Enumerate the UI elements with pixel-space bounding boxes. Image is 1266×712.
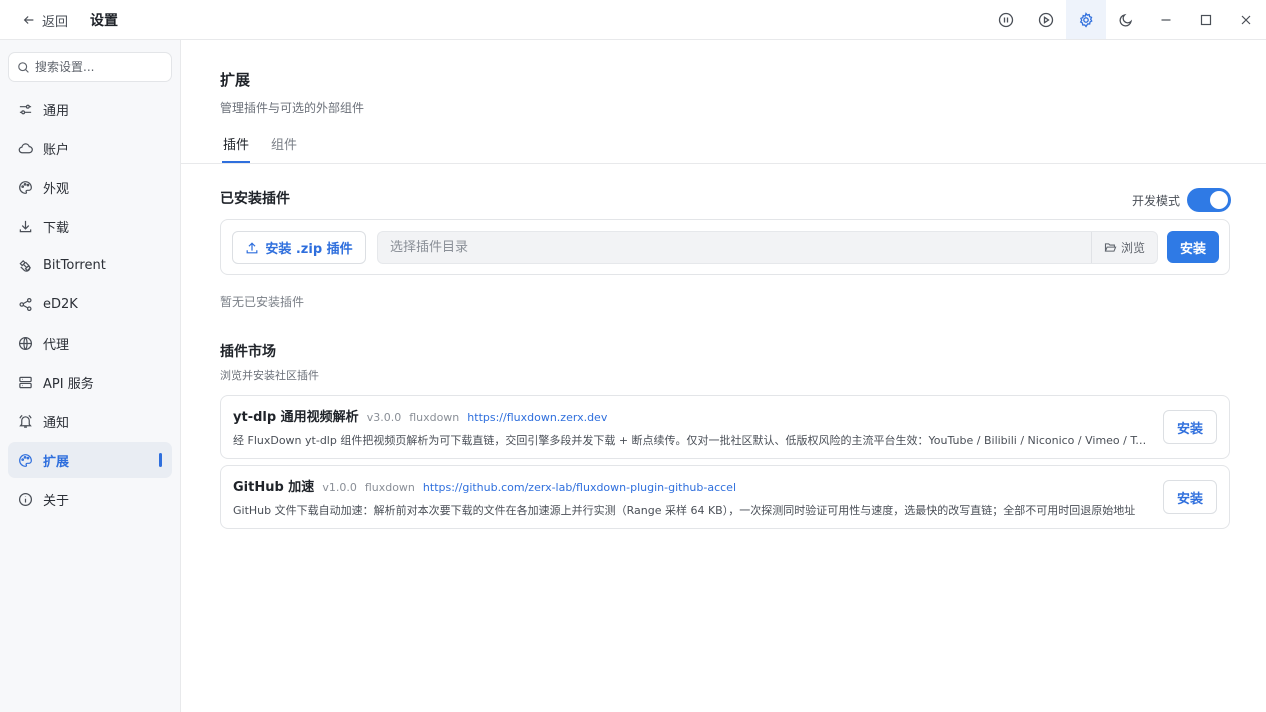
play-circle-icon bbox=[1038, 12, 1054, 27]
install-zip-label: 安装 .zip 插件 bbox=[265, 242, 353, 257]
plugin-dir-input[interactable] bbox=[378, 240, 1078, 255]
search-input[interactable] bbox=[35, 60, 155, 74]
sidebar-item-notification[interactable]: 通知 bbox=[8, 403, 172, 439]
plugin-author: fluxdown bbox=[364, 481, 415, 494]
folder-open-icon bbox=[1104, 243, 1117, 252]
puzzle-icon bbox=[19, 453, 32, 467]
dev-mode-control: 开发模式 bbox=[1132, 188, 1232, 212]
sidebar-item-label: 外观 bbox=[43, 181, 70, 197]
plugin-link[interactable]: https://github.com/zerx-lab/fluxdown-plu… bbox=[423, 481, 736, 494]
market-title: 插件市场 bbox=[220, 344, 276, 360]
install-dir-button[interactable]: 安装 bbox=[1167, 231, 1219, 263]
section-title: 扩展 bbox=[220, 71, 251, 89]
back-label: 返回 bbox=[42, 14, 69, 30]
info-icon bbox=[18, 492, 33, 506]
sidebar-item-label: 代理 bbox=[43, 337, 70, 353]
plugin-card: yt-dlp 通用视频解析 v3.0.0 fluxdown https://fl… bbox=[220, 395, 1230, 459]
magnet-icon bbox=[19, 259, 32, 272]
cloud-icon bbox=[18, 142, 33, 153]
dev-mode-toggle[interactable] bbox=[1187, 188, 1232, 212]
sidebar-item-general[interactable]: 通用 bbox=[8, 91, 172, 127]
plugin-header: GitHub 加速 v1.0.0 fluxdown https://github… bbox=[233, 476, 736, 495]
globe-icon bbox=[18, 336, 33, 350]
install-panel: 安装 .zip 插件 浏览 安装 bbox=[220, 219, 1230, 275]
tab-plugins[interactable]: 插件 bbox=[222, 134, 251, 163]
palette-icon bbox=[19, 180, 32, 194]
maximize-button[interactable] bbox=[1186, 0, 1226, 39]
browse-button[interactable]: 浏览 bbox=[1091, 232, 1157, 263]
sidebar-item-label: BitTorrent bbox=[43, 257, 106, 273]
sidebar-item-ed2k[interactable]: eD2K bbox=[8, 286, 172, 322]
pause-circle-icon bbox=[998, 12, 1014, 27]
active-indicator bbox=[159, 453, 162, 467]
plugin-install-button[interactable]: 安装 bbox=[1163, 410, 1217, 444]
share-icon bbox=[19, 297, 32, 311]
title-bar: 返回 设置 bbox=[0, 0, 1266, 40]
install-zip-button[interactable]: 安装 .zip 插件 bbox=[232, 231, 366, 264]
download-icon bbox=[19, 220, 32, 232]
sidebar-nav: 通用 账户 外观 下载 BitTorrent eD2K 代理 API 服务 通知… bbox=[8, 91, 172, 520]
search-box[interactable] bbox=[8, 52, 172, 82]
sidebar-item-label: 扩展 bbox=[43, 454, 70, 470]
sidebar-item-api[interactable]: API 服务 bbox=[8, 364, 172, 400]
plugin-version: v3.0.0 bbox=[366, 411, 402, 424]
minimize-icon bbox=[1161, 18, 1171, 21]
market-subtitle: 浏览并安装社区插件 bbox=[220, 369, 319, 382]
plugin-dir-field: 浏览 bbox=[377, 231, 1158, 264]
plugin-header: yt-dlp 通用视频解析 v3.0.0 fluxdown https://fl… bbox=[233, 406, 607, 425]
back-button[interactable]: 返回 bbox=[22, 11, 69, 30]
toggle-knob bbox=[1210, 191, 1229, 209]
section-subtitle: 管理插件与可选的外部组件 bbox=[220, 101, 365, 115]
sidebar-item-account[interactable]: 账户 bbox=[8, 130, 172, 166]
browse-label: 浏览 bbox=[1120, 241, 1145, 255]
upload-icon bbox=[246, 241, 258, 253]
sidebar-item-label: 下载 bbox=[43, 220, 70, 236]
sidebar-item-label: 关于 bbox=[43, 493, 70, 509]
gear-icon bbox=[1079, 11, 1093, 28]
plugin-name: GitHub 加速 bbox=[233, 480, 315, 495]
search-icon bbox=[18, 61, 29, 73]
pause-button[interactable] bbox=[986, 0, 1026, 39]
sidebar-item-extensions[interactable]: 扩展 bbox=[8, 442, 172, 478]
plugin-description: GitHub 文件下载自动加速：解析前对本次要下载的文件在各加速源上并行实测（R… bbox=[233, 504, 1136, 517]
page-title: 设置 bbox=[90, 13, 118, 29]
minimize-button[interactable] bbox=[1146, 0, 1186, 39]
settings-button[interactable] bbox=[1066, 0, 1106, 39]
sidebar-item-bittorrent[interactable]: BitTorrent bbox=[8, 247, 172, 283]
plugin-install-button[interactable]: 安装 bbox=[1163, 480, 1217, 514]
close-icon bbox=[1241, 15, 1251, 24]
sidebar-item-label: API 服务 bbox=[43, 376, 94, 392]
sidebar-item-about[interactable]: 关于 bbox=[8, 481, 172, 517]
plugin-version: v1.0.0 bbox=[322, 481, 357, 494]
maximize-icon bbox=[1200, 14, 1212, 25]
close-button[interactable] bbox=[1226, 0, 1266, 39]
sidebar-item-label: eD2K bbox=[43, 296, 78, 312]
tab-components[interactable]: 组件 bbox=[270, 134, 298, 163]
sidebar-item-appearance[interactable]: 外观 bbox=[8, 169, 172, 205]
dev-mode-label: 开发模式 bbox=[1132, 193, 1181, 208]
moon-icon bbox=[1119, 13, 1133, 27]
main-content: 扩展 管理插件与可选的外部组件 插件 组件 已安装插件 开发模式 安装 .zip… bbox=[181, 40, 1266, 712]
installed-plugins-title: 已安装插件 bbox=[220, 191, 290, 207]
sidebar-item-label: 通用 bbox=[43, 103, 70, 119]
sidebar-item-label: 账户 bbox=[43, 142, 70, 158]
tab-bar: 插件 组件 bbox=[181, 130, 1266, 164]
sidebar-item-label: 通知 bbox=[43, 415, 70, 431]
plugin-name: yt-dlp 通用视频解析 bbox=[233, 410, 359, 425]
arrow-left-icon bbox=[23, 16, 34, 24]
plugin-link[interactable]: https://fluxdown.zerx.dev bbox=[467, 411, 607, 424]
sidebar-item-download[interactable]: 下载 bbox=[8, 208, 172, 244]
sliders-icon bbox=[19, 104, 32, 114]
bell-icon bbox=[19, 414, 32, 428]
plugin-card: GitHub 加速 v1.0.0 fluxdown https://github… bbox=[220, 465, 1230, 529]
play-button[interactable] bbox=[1026, 0, 1066, 39]
sidebar: 通用 账户 外观 下载 BitTorrent eD2K 代理 API 服务 bbox=[0, 40, 181, 712]
theme-button[interactable] bbox=[1106, 0, 1146, 39]
server-icon bbox=[19, 376, 32, 388]
plugin-description: 经 FluxDown yt-dlp 组件把视频页解析为可下载直链，交回引擎多段并… bbox=[233, 434, 1153, 447]
plugin-author: fluxdown bbox=[409, 411, 460, 424]
empty-plugins-text: 暂无已安装插件 bbox=[220, 295, 305, 309]
sidebar-item-proxy[interactable]: 代理 bbox=[8, 325, 172, 361]
